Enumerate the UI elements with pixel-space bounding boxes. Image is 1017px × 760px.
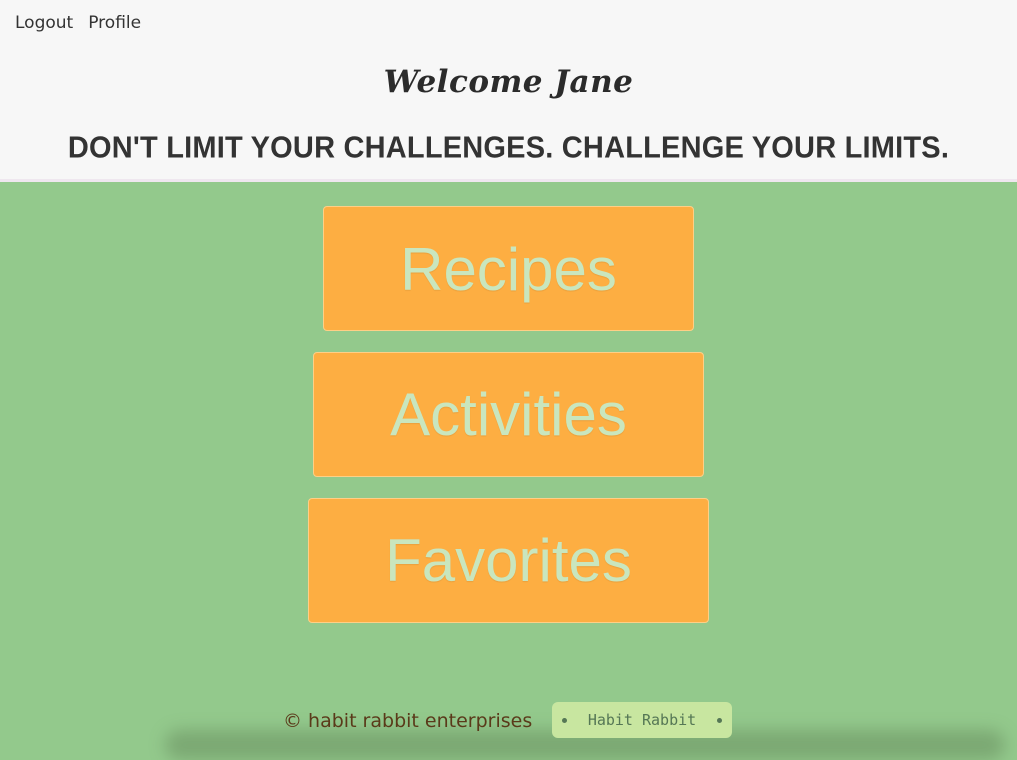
recipes-button[interactable]: Recipes — [323, 206, 694, 331]
brand-pill: Habit Rabbit — [552, 702, 732, 738]
header-bar: Logout Profile Welcome Jane DON'T LIMIT … — [0, 0, 1017, 182]
logout-link[interactable]: Logout — [15, 13, 73, 33]
welcome-heading: Welcome Jane — [383, 64, 634, 100]
brand-label: Habit Rabbit — [587, 711, 697, 729]
tagline-heading: DON'T LIMIT YOUR CHALLENGES. CHALLENGE Y… — [67, 131, 950, 165]
activities-button[interactable]: Activities — [313, 352, 704, 477]
favorites-button[interactable]: Favorites — [308, 498, 709, 623]
bullet-icon — [717, 717, 722, 723]
top-nav: Logout Profile — [15, 13, 141, 33]
bullet-icon — [562, 717, 567, 723]
profile-link[interactable]: Profile — [88, 13, 141, 33]
copyright-text: © habit rabbit enterprises — [283, 710, 533, 732]
